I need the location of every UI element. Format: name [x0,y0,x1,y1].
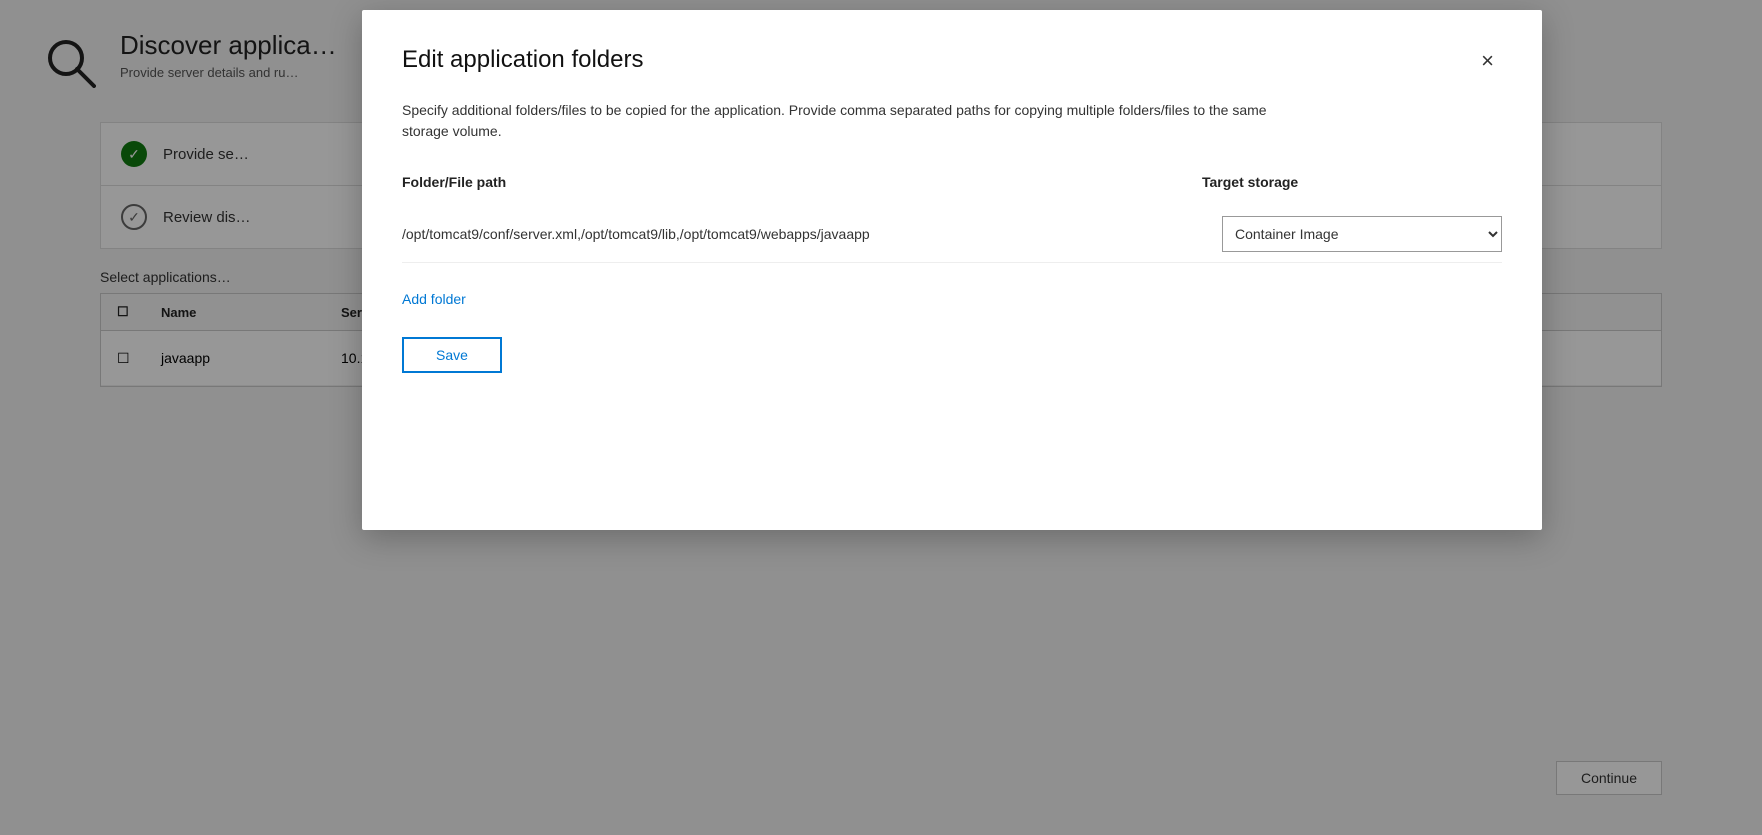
modal-table-header: Folder/File path Target storage [402,174,1502,194]
modal-title: Edit application folders [402,46,643,74]
modal-actions: Save [402,337,1502,373]
modal-header: Edit application folders × [402,46,1502,76]
modal-close-button[interactable]: × [1473,46,1502,76]
modal-description: Specify additional folders/files to be c… [402,100,1302,142]
modal-col-path-header: Folder/File path [402,174,1202,190]
modal-storage-select[interactable]: Container Image Azure File Share Azure D… [1222,216,1502,252]
modal-col-storage-header: Target storage [1202,174,1502,190]
save-button[interactable]: Save [402,337,502,373]
edit-folders-modal: Edit application folders × Specify addit… [362,10,1542,530]
modal-folder-row: /opt/tomcat9/conf/server.xml,/opt/tomcat… [402,206,1502,263]
modal-folder-path: /opt/tomcat9/conf/server.xml,/opt/tomcat… [402,224,1222,245]
add-folder-link[interactable]: Add folder [402,291,466,307]
